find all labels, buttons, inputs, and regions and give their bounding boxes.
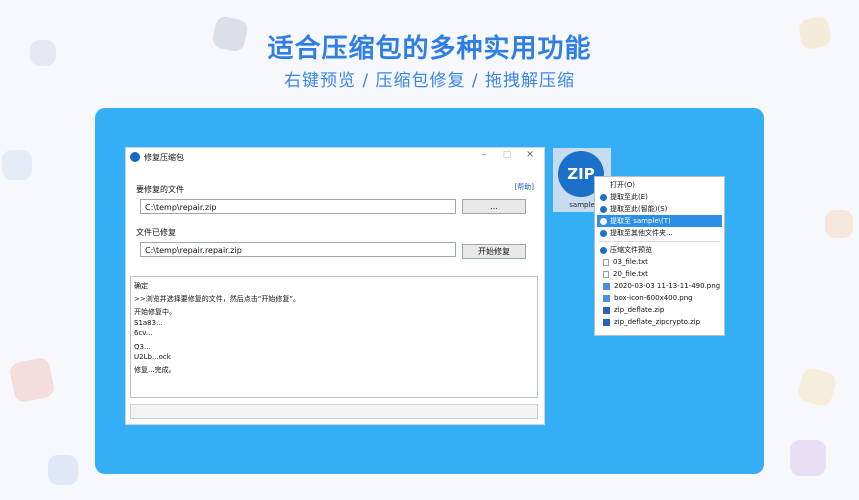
file-name: zip_deflate.zip [614,306,665,314]
repair-dialog-window: 修复压缩包 – □ ✕ 要修复的文件 [帮助] C:\temp\repair.z… [125,147,545,425]
background-decoration [8,356,56,404]
menu-item-label: 打开(O) [610,181,635,189]
preview-file-item[interactable]: zip_deflate.zip [597,304,722,316]
log-line: S1a83... [134,319,163,327]
maximize-icon: □ [502,150,512,160]
menu-item-open[interactable]: 打开(O) [597,179,722,191]
menu-item-label: 提取至此(E) [610,193,648,201]
source-file-field[interactable]: C:\temp\repair.zip [140,199,456,214]
log-line: >>浏览并选择要修复的文件，然后点击“开始修复”。 [134,295,300,303]
source-file-label: 要修复的文件 [136,185,184,194]
output-file-label: 文件已修复 [136,228,176,237]
log-line: Q3... [134,343,151,351]
start-repair-button[interactable]: 开始修复 [462,244,526,259]
preview-file-item[interactable]: 20_file.txt [597,268,722,280]
menu-separator [599,241,720,242]
file-name: zip_deflate_zipcrypto.zip [614,318,701,326]
dialog-titlebar[interactable]: 修复压缩包 – □ ✕ [126,148,544,166]
log-line: U2Lb...ock [134,353,171,361]
menu-item-extract-other[interactable]: 提取至其他文件夹... [597,227,722,239]
menu-item-label: 提取至此(智能)(S) [610,205,668,213]
menu-item-label: 压缩文件预览 [610,246,652,254]
preview-icon [600,246,607,254]
preview-file-item[interactable]: 03_file.txt [597,256,722,268]
log-line: 确定 [134,282,148,290]
menu-item-preview[interactable]: 压缩文件预览 [597,244,722,256]
background-decoration [2,150,32,180]
background-decoration [796,366,838,408]
close-icon[interactable]: ✕ [521,150,539,164]
extract-icon [600,193,607,201]
repair-log[interactable]: 确定 >>浏览并选择要修复的文件，然后点击“开始修复”。 开始修复中。 S1a8… [130,276,538,398]
page-headline: 适合压缩包的多种实用功能 [267,34,592,64]
background-decoration [825,210,853,238]
background-decoration [790,440,826,476]
dialog-title: 修复压缩包 [144,153,184,162]
menu-item-extract-smart[interactable]: 提取至此(智能)(S) [597,203,722,215]
file-name: 03_file.txt [613,258,648,266]
image-file-icon [603,294,610,302]
menu-item-label: 提取至 sample\(T) [610,217,671,225]
menu-item-extract-to-folder[interactable]: 提取至 sample\(T) [597,215,722,227]
menu-item-label: 提取至其他文件夹... [610,229,673,237]
log-line: 修复...完成。 [134,366,176,374]
extract-icon [600,229,607,237]
image-file-icon [603,282,610,290]
page-subheadline: 右键预览 / 压缩包修复 / 拖拽解压缩 [283,71,576,91]
status-bar [130,404,538,419]
browse-button[interactable]: ... [462,199,526,214]
minimize-icon[interactable]: – [475,150,493,164]
preview-file-item[interactable]: 2020-03-03 11-13-11-490.png [597,280,722,292]
zip-file-icon [603,306,610,314]
output-file-field[interactable]: C:\temp\repair.repair.zip [140,242,456,257]
app-icon [130,152,140,162]
log-line: 6cv... [134,329,153,337]
file-name: 20_file.txt [613,270,648,278]
log-line: 开始修复中。 [134,308,176,316]
background-decoration [48,455,78,485]
text-file-icon [603,270,609,278]
preview-file-item[interactable]: zip_deflate_zipcrypto.zip [597,316,722,328]
context-menu: 打开(O) 提取至此(E) 提取至此(智能)(S) 提取至 sample\(T)… [594,176,725,336]
file-name: box-icon-600x400.png [614,294,693,302]
help-link[interactable]: [帮助] [515,182,534,192]
menu-item-extract-here[interactable]: 提取至此(E) [597,191,722,203]
file-name: 2020-03-03 11-13-11-490.png [614,282,721,290]
preview-file-item[interactable]: box-icon-600x400.png [597,292,722,304]
text-file-icon [603,258,609,266]
extract-icon [600,217,607,225]
extract-icon [600,205,607,213]
zip-file-icon [603,318,610,326]
